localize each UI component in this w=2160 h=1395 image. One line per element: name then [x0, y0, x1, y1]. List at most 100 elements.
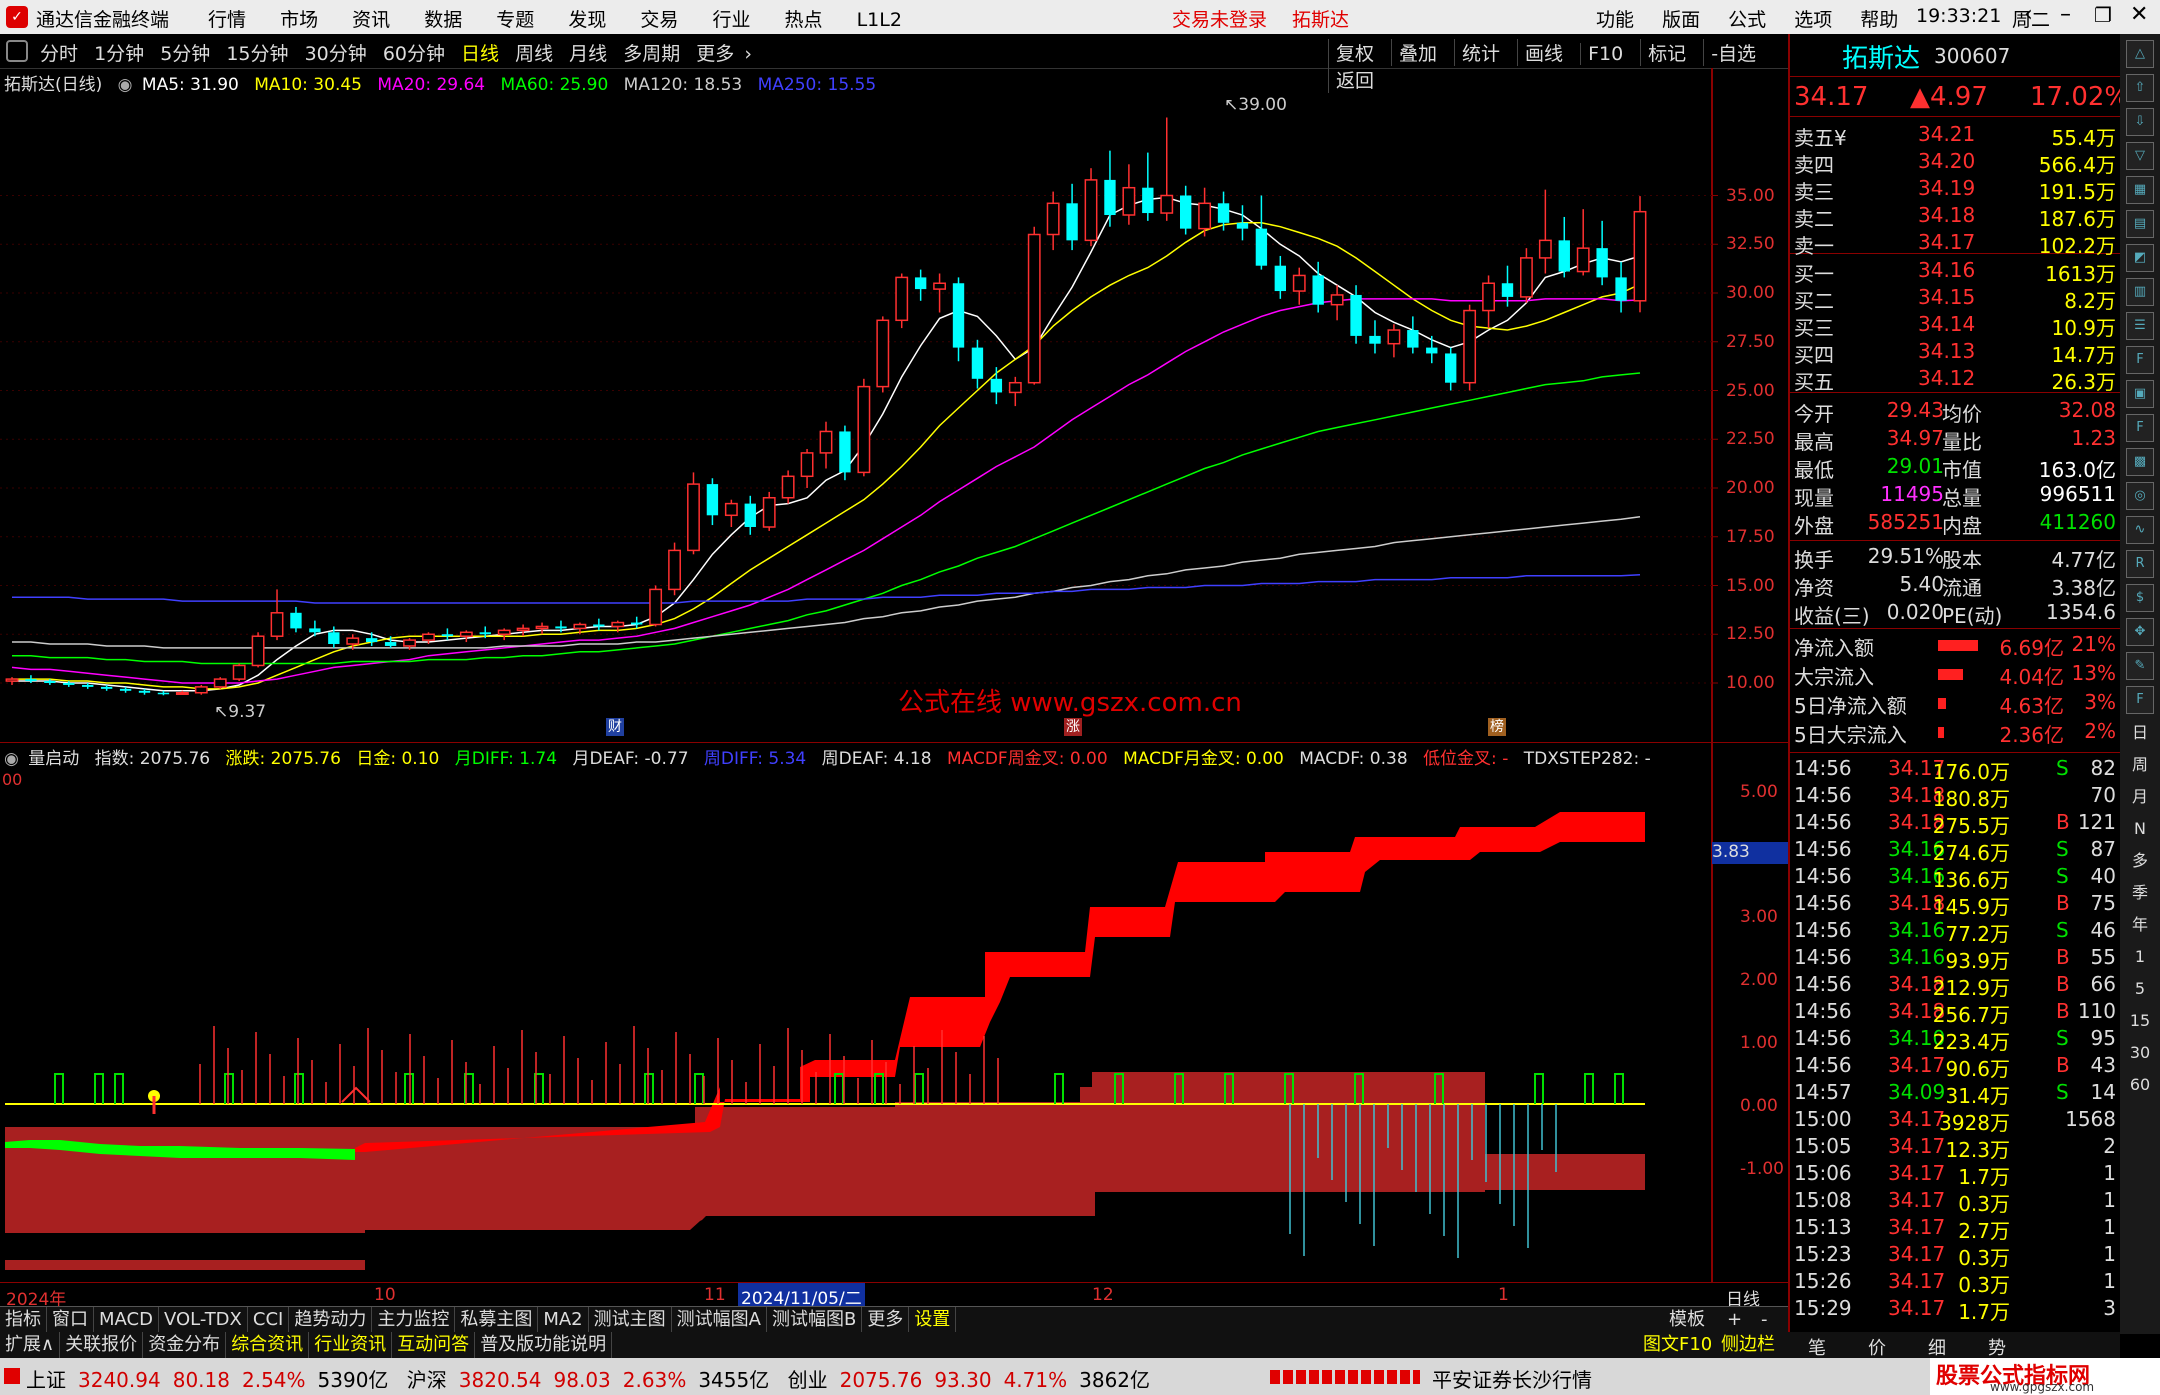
- event-marker-cai[interactable]: 财: [606, 718, 624, 736]
- tab[interactable]: CCI: [248, 1307, 290, 1333]
- rsi-icon[interactable]: R: [2126, 550, 2154, 578]
- tab[interactable]: 测试幅图A: [672, 1307, 767, 1333]
- index-name[interactable]: 创业: [788, 1368, 828, 1392]
- period-tab[interactable]: 月线: [569, 39, 607, 66]
- index-name[interactable]: 上证: [26, 1368, 66, 1392]
- menu-item[interactable]: 帮助: [1860, 9, 1898, 31]
- event-marker-bang[interactable]: 榜: [1488, 718, 1506, 736]
- chart-button[interactable]: 复权: [1328, 39, 1381, 66]
- event-marker-zhang[interactable]: 涨: [1064, 718, 1082, 736]
- period-tab[interactable]: 周线: [515, 39, 553, 66]
- chart-button[interactable]: 叠加: [1391, 39, 1444, 66]
- period-shortcut[interactable]: 30: [2127, 1040, 2153, 1066]
- chart-icon[interactable]: ▥: [2126, 278, 2154, 306]
- period-tab-more[interactable]: 更多: [696, 39, 734, 66]
- tab[interactable]: 普及版功能说明: [475, 1332, 613, 1358]
- menu-item[interactable]: 交易: [640, 9, 678, 31]
- chevron-right-icon[interactable]: ›: [744, 43, 752, 65]
- menu-item[interactable]: 发现: [568, 9, 606, 31]
- tab[interactable]: 综合资讯: [226, 1332, 310, 1358]
- index-name[interactable]: 沪深: [407, 1368, 447, 1392]
- move-icon[interactable]: ✥: [2126, 618, 2154, 646]
- tab[interactable]: 更多: [862, 1307, 910, 1333]
- tab[interactable]: 指标: [0, 1307, 47, 1333]
- login-status[interactable]: 交易未登录: [1172, 5, 1267, 32]
- money-icon[interactable]: $: [2126, 584, 2154, 612]
- arrow-up-icon[interactable]: ⇧: [2126, 74, 2154, 102]
- menu-item[interactable]: 热点: [785, 9, 823, 31]
- grid-icon[interactable]: ▤: [2126, 210, 2154, 238]
- target-icon[interactable]: ◎: [2126, 482, 2154, 510]
- tab[interactable]: 行业资讯: [309, 1332, 393, 1358]
- tab[interactable]: 笔: [1808, 1334, 1826, 1360]
- restore-icon[interactable]: ❐: [2094, 3, 2112, 27]
- menu-item[interactable]: 公式: [1728, 9, 1766, 31]
- candlestick-chart[interactable]: [0, 68, 1788, 742]
- pulse-icon[interactable]: ∿: [2126, 516, 2154, 544]
- period-tab[interactable]: 15分钟: [226, 39, 288, 66]
- chart-button[interactable]: 标记: [1640, 39, 1693, 66]
- period-shortcut[interactable]: 多: [2127, 848, 2153, 874]
- period-tab[interactable]: 分时: [40, 39, 78, 66]
- arrow-up-icon[interactable]: △: [2126, 40, 2154, 68]
- menu-item[interactable]: 版面: [1662, 9, 1700, 31]
- chart-icon[interactable]: ▦: [2126, 176, 2154, 204]
- fs-icon[interactable]: F: [2126, 686, 2154, 714]
- period-shortcut[interactable]: 周: [2127, 752, 2153, 778]
- menu-item[interactable]: 专题: [496, 9, 534, 31]
- list-icon[interactable]: ▣: [2126, 380, 2154, 408]
- tab[interactable]: VOL-TDX: [159, 1307, 248, 1333]
- tab[interactable]: 势: [1988, 1334, 2006, 1360]
- period-tab[interactable]: 5分钟: [160, 39, 210, 66]
- period-tab[interactable]: 多周期: [623, 39, 680, 66]
- pen-icon[interactable]: ✎: [2126, 652, 2154, 680]
- tab[interactable]: 测试幅图B: [767, 1307, 863, 1333]
- chart-icon[interactable]: ◩: [2126, 244, 2154, 272]
- menu-item[interactable]: 资讯: [352, 9, 390, 31]
- menu-item[interactable]: 行情: [208, 9, 246, 31]
- f10-icon[interactable]: F: [2126, 346, 2154, 374]
- chart-icon[interactable]: ▩: [2126, 448, 2154, 476]
- period-shortcut[interactable]: 5: [2127, 976, 2153, 1002]
- tab[interactable]: MACD: [94, 1307, 159, 1333]
- menu-item[interactable]: 功能: [1596, 9, 1634, 31]
- tab[interactable]: 私募主图: [455, 1307, 539, 1333]
- add-button[interactable]: +: [1722, 1307, 1747, 1333]
- period-tab[interactable]: 1分钟: [94, 39, 144, 66]
- close-icon[interactable]: ✕: [2130, 2, 2148, 27]
- menu-item[interactable]: 市场: [280, 9, 318, 31]
- tab[interactable]: 细: [1928, 1334, 1946, 1360]
- tab[interactable]: 主力监控: [372, 1307, 456, 1333]
- tab[interactable]: 扩展∧: [0, 1332, 61, 1358]
- stock-list-icon[interactable]: [6, 40, 28, 62]
- chart-button[interactable]: F10: [1580, 43, 1630, 65]
- period-shortcut[interactable]: 60: [2127, 1072, 2153, 1098]
- period-shortcut[interactable]: 15: [2127, 1008, 2153, 1034]
- menu-item[interactable]: 选项: [1794, 9, 1832, 31]
- period-shortcut[interactable]: N: [2127, 816, 2153, 842]
- tab[interactable]: 设置: [909, 1307, 957, 1333]
- period-shortcut[interactable]: 1: [2127, 944, 2153, 970]
- template-button[interactable]: 模板: [1664, 1307, 1710, 1333]
- period-tab-selected[interactable]: 日线: [461, 39, 499, 66]
- indicator-chart[interactable]: [0, 742, 1788, 1282]
- tab[interactable]: 互动问答: [392, 1332, 476, 1358]
- chart-button[interactable]: 画线: [1517, 39, 1570, 66]
- tab[interactable]: 关联报价: [60, 1332, 144, 1358]
- period-shortcut[interactable]: 季: [2127, 880, 2153, 906]
- menu-item[interactable]: L1L2: [857, 9, 902, 31]
- arrow-down-icon[interactable]: ▽: [2126, 142, 2154, 170]
- menu-item[interactable]: 行业: [712, 9, 750, 31]
- back-icon[interactable]: ‹: [2024, 2, 2033, 27]
- tab[interactable]: 趋势动力: [289, 1307, 373, 1333]
- tab[interactable]: 测试主图: [589, 1307, 672, 1333]
- period-tab[interactable]: 60分钟: [383, 39, 445, 66]
- f2-icon[interactable]: F: [2126, 414, 2154, 442]
- remove-button[interactable]: -: [1756, 1307, 1773, 1333]
- chart-button[interactable]: -自选: [1703, 39, 1763, 66]
- minimize-icon[interactable]: –: [2060, 2, 2071, 27]
- tab[interactable]: 价: [1868, 1334, 1886, 1360]
- list-icon[interactable]: ☰: [2126, 312, 2154, 340]
- period-shortcut[interactable]: 日: [2127, 720, 2153, 746]
- period-tab[interactable]: 30分钟: [305, 39, 367, 66]
